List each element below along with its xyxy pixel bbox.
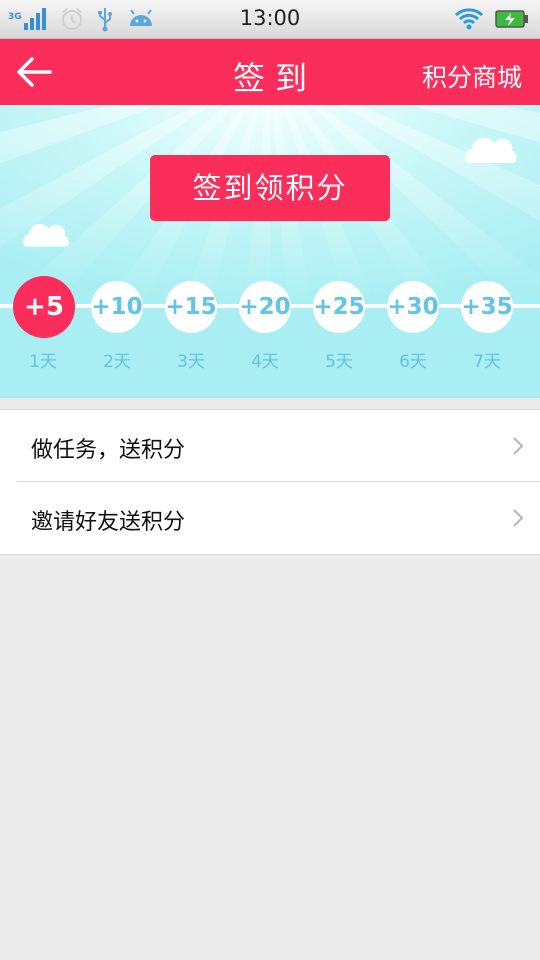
points-bubble: +25: [313, 281, 365, 333]
battery-charging-icon: [495, 9, 529, 33]
day-3-reward: +15 3天: [161, 281, 221, 372]
points-bubble: +15: [165, 281, 217, 333]
day-4-reward: +20 4天: [235, 281, 295, 372]
day-1-reward: +5 1天: [13, 276, 75, 372]
points-bubble: +30: [387, 281, 439, 333]
day-label: 3天: [177, 352, 205, 372]
chevron-right-icon: [512, 508, 524, 532]
checkin-hero: 签到领积分 +5 1天 +10 2天 +15 3天 +20 4天 +25 5天 …: [0, 105, 540, 398]
wifi-icon: [454, 6, 484, 34]
app-header: 签到 积分商城: [0, 39, 540, 105]
day-6-reward: +30 6天: [383, 281, 443, 372]
day-7-reward: +35 7天: [457, 281, 517, 372]
points-bubble: +20: [239, 281, 291, 333]
day-2-reward: +10 2天: [87, 281, 147, 372]
day-5-reward: +25 5天: [309, 281, 369, 372]
list-item-tasks[interactable]: 做任务，送积分: [0, 410, 540, 482]
chevron-right-icon: [512, 436, 524, 460]
points-bubble: +10: [91, 281, 143, 333]
day-label: 5天: [325, 352, 353, 372]
points-bubble: +5: [13, 276, 75, 338]
list-item-label: 邀请好友送积分: [31, 510, 186, 535]
points-mall-link[interactable]: 积分商城: [422, 58, 522, 94]
day-label: 4天: [251, 352, 279, 372]
day-label: 6天: [399, 352, 427, 372]
points-bubble: +35: [461, 281, 513, 333]
day-label: 7天: [473, 352, 501, 372]
cloud-icon: [20, 221, 72, 253]
cloud-icon: [462, 135, 520, 169]
status-bar: 3G 13:00: [0, 0, 540, 39]
list-item-label: 做任务，送积分: [31, 438, 186, 463]
list-item-invite-friends[interactable]: 邀请好友送积分: [0, 482, 540, 554]
earn-points-list: 做任务，送积分 邀请好友送积分: [0, 409, 540, 555]
day-label: 2天: [103, 352, 131, 372]
checkin-button[interactable]: 签到领积分: [150, 155, 390, 221]
day-label: 1天: [29, 352, 57, 372]
